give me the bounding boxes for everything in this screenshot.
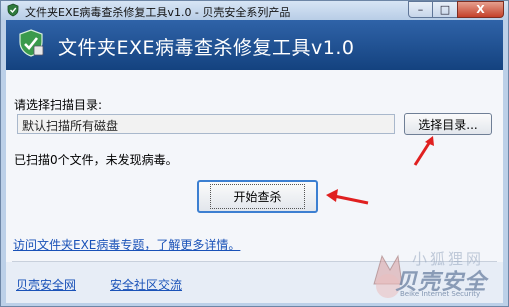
beike-site-link[interactable]: 贝壳安全网 (16, 276, 76, 293)
close-icon: X (476, 3, 485, 16)
maximize-button[interactable]: □ (432, 1, 458, 18)
browse-directory-button[interactable]: 选择目录... (404, 113, 492, 135)
scan-status-text: 已扫描0个文件，未发现病毒。 (14, 153, 178, 167)
start-scan-button[interactable]: 开始查杀 (197, 180, 318, 213)
window-title: 文件夹EXE病毒查杀修复工具v1.0 - 贝壳安全系列产品 (25, 6, 291, 19)
antivirus-shield-icon (19, 29, 44, 57)
community-link[interactable]: 安全社区交流 (110, 276, 182, 293)
scan-dir-field[interactable]: 默认扫描所有磁盘 (17, 114, 395, 134)
start-scan-label: 开始查杀 (210, 184, 305, 209)
header-title: 文件夹EXE病毒查杀修复工具v1.0 (58, 37, 355, 59)
header-banner: 文件夹EXE病毒查杀修复工具v1.0 (6, 20, 503, 70)
watermark-english: Beike Internet Security (400, 290, 481, 298)
minimize-button[interactable]: – (408, 1, 433, 18)
app-shield-icon (7, 3, 19, 17)
scan-dir-label: 请选择扫描目录: (14, 98, 103, 112)
close-button[interactable]: X (457, 1, 504, 18)
minimize-icon: – (417, 3, 424, 16)
maximize-icon: □ (439, 3, 451, 16)
title-bar[interactable]: 文件夹EXE病毒查杀修复工具v1.0 - 贝壳安全系列产品 – □ X (1, 1, 508, 20)
virus-topic-link[interactable]: 访问文件夹EXE病毒专题，了解更多详情。 (13, 236, 240, 253)
